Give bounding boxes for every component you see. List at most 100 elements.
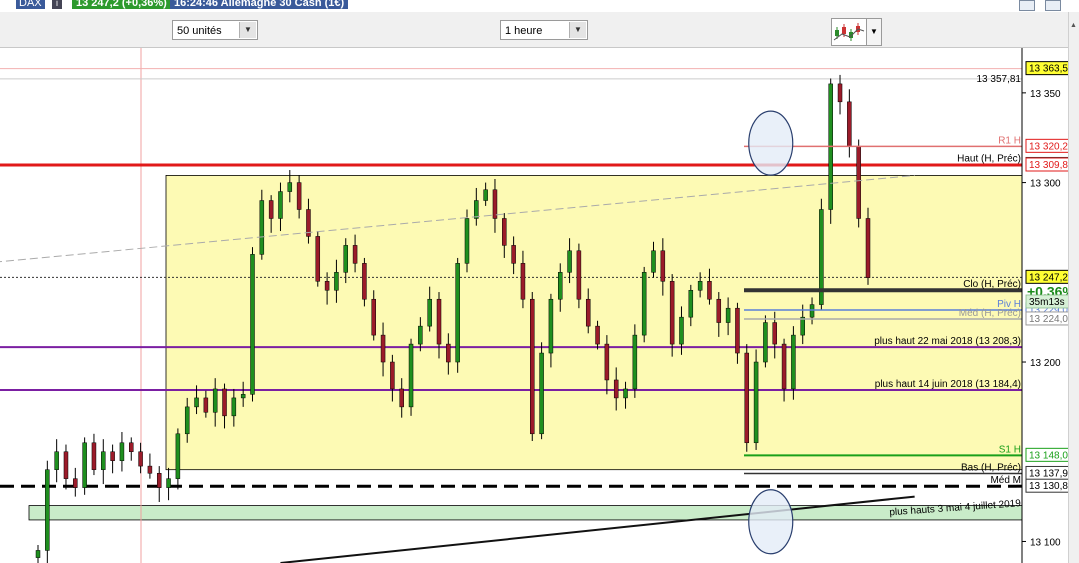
green-support-zone	[28, 505, 1023, 521]
candle-body	[343, 245, 349, 273]
vertical-scrollbar[interactable]: ▲	[1068, 12, 1079, 563]
candle-body	[791, 334, 796, 390]
candle-body	[362, 263, 367, 300]
period-select-value: 1 heure	[505, 25, 543, 37]
candle-body	[520, 263, 526, 300]
candle-body	[240, 394, 246, 399]
symbol-tab[interactable]: DAX	[16, 0, 45, 9]
candle-body	[231, 397, 237, 417]
level-annotation: Méd (H, Préc)	[959, 308, 1021, 319]
chevron-down-icon[interactable]: ▼	[239, 22, 256, 38]
candle-body	[175, 433, 181, 479]
candle-body	[194, 397, 199, 408]
candle-body	[781, 343, 787, 390]
candle-body	[54, 451, 59, 470]
candle-body	[660, 250, 666, 282]
candle-body	[483, 189, 488, 201]
candle-body	[865, 218, 871, 278]
candle-body	[390, 361, 395, 390]
candle-body	[222, 388, 227, 417]
candle-body	[847, 101, 852, 147]
level-annotation: R1 H	[998, 135, 1021, 146]
candle-body	[446, 343, 451, 363]
candle-body	[474, 200, 479, 219]
candle-body	[418, 325, 423, 345]
price-label: 13 130,8	[1029, 481, 1068, 492]
candle-body	[45, 469, 50, 551]
chart-type-dropdown[interactable]: ▼	[866, 18, 882, 46]
price-chart[interactable]: R1 HHaut (H, Préc)Clo (H, Préc)Piv HMéd …	[0, 48, 1068, 563]
candle-body	[809, 304, 815, 318]
candle-body	[287, 182, 293, 192]
info-icon[interactable]: i	[52, 0, 62, 9]
price-label: 13 320,2	[1029, 141, 1068, 152]
y-tick-label: 13 100	[1030, 537, 1061, 548]
candle-body	[800, 316, 805, 336]
title-bar: DAX i 13 247,2 (+0,36%) 16:24:46 Allemag…	[0, 0, 1079, 12]
price-label: 13 137,9	[1029, 468, 1068, 479]
candle-body	[250, 254, 255, 395]
candle-body	[576, 250, 582, 300]
period-select[interactable]: 1 heure ▼	[500, 20, 588, 40]
candle-body	[623, 388, 628, 399]
candle-body	[688, 289, 694, 318]
candle-body	[334, 272, 339, 291]
price-label: 13 357,81	[977, 74, 1022, 85]
candle-body	[679, 316, 684, 345]
chart-toolbar: 50 unités ▼ 1 heure ▼ ▼	[0, 12, 1079, 48]
level-annotation: plus haut 22 mai 2018 (13 208,3)	[874, 336, 1021, 347]
candle-body	[380, 334, 386, 363]
chevron-down-icon[interactable]: ▼	[569, 22, 586, 38]
candle-body	[324, 281, 330, 291]
candle-body	[557, 272, 563, 300]
candle-body	[73, 478, 78, 488]
candle-body	[604, 343, 610, 381]
candle-body	[837, 83, 843, 103]
close-icon[interactable]	[1045, 0, 1061, 11]
candlestick-chart-icon[interactable]	[831, 18, 867, 46]
price-label: 13 224,0	[1029, 314, 1068, 325]
yellow-range-zone	[165, 175, 1023, 471]
candle-body	[464, 218, 470, 264]
candle-body	[371, 298, 376, 336]
candle-body	[651, 250, 656, 273]
candle-body	[35, 550, 41, 558]
units-select[interactable]: 50 unités ▼	[172, 20, 258, 40]
price-label: 13 309,8	[1029, 160, 1068, 171]
candle-body	[184, 406, 190, 435]
candle-body	[669, 281, 675, 345]
units-select-value: 50 unités	[177, 25, 222, 37]
level-annotation: Haut (H, Préc)	[957, 153, 1021, 164]
candle-body	[697, 281, 703, 291]
y-tick-label: 13 350	[1030, 89, 1061, 100]
candle-body	[399, 388, 404, 408]
minimize-icon[interactable]	[1019, 0, 1035, 11]
countdown-label: 35m13s	[1029, 297, 1065, 308]
candle-body	[259, 200, 265, 255]
candle-body	[138, 451, 143, 467]
candle-body	[352, 245, 358, 264]
candle-body	[427, 298, 432, 327]
candle-body	[725, 307, 731, 323]
candle-body	[101, 451, 106, 470]
candle-body	[82, 442, 87, 488]
candle-body	[613, 379, 619, 399]
candle-body	[63, 451, 69, 479]
candle-body	[212, 388, 218, 413]
candle-body	[408, 343, 414, 408]
candle-body	[147, 465, 153, 474]
candle-body	[632, 334, 638, 390]
candle-body	[641, 272, 647, 336]
candle-body	[91, 442, 97, 470]
price-label: 13 363,5	[1029, 64, 1068, 75]
candle-body	[315, 236, 321, 282]
candle-body	[278, 191, 283, 219]
scroll-up-icon[interactable]: ▲	[1070, 22, 1077, 29]
level-annotation: Méd M	[990, 475, 1021, 486]
price-label: 13 148,0	[1029, 450, 1068, 461]
candle-body	[585, 298, 591, 327]
candle-body	[492, 189, 498, 219]
candle-body	[772, 322, 777, 345]
candle-body	[296, 182, 302, 210]
candle-body	[567, 250, 572, 273]
